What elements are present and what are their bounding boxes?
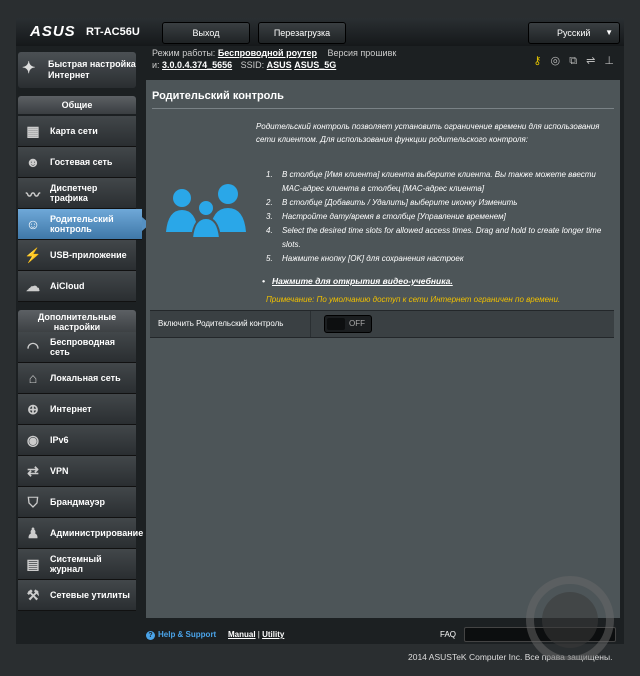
wand-icon: ✦ — [22, 60, 36, 77]
sidebar-item-parental-control[interactable]: ☺ Родительский контроль — [18, 209, 150, 240]
toggle-state: OFF — [349, 319, 365, 328]
status-icons: ⚷ ◎ ⧉ ⇌ ⊥ — [527, 54, 614, 68]
list-item: 4. Select the desired time slots for allo… — [266, 226, 602, 249]
network-map-icon: ▦ — [26, 123, 40, 139]
usb-status-icon[interactable]: ⇌ — [586, 55, 595, 67]
title-divider — [152, 108, 614, 109]
sidebar-item-label: Брандмауэр — [50, 497, 106, 507]
page-title: Родительский контроль — [152, 90, 284, 102]
info-bar: Режим работы: Беспроводной роутер Версия… — [146, 46, 624, 74]
firewall-icon: ⛉ — [27, 494, 39, 510]
syslog-icon: ▤ — [26, 556, 40, 572]
sidebar-item-label: Карта сети — [50, 126, 98, 136]
wireless-icon: ◠ — [26, 339, 40, 355]
sidebar-item-network-tools[interactable]: ⚒ Сетевые утилиты — [18, 580, 136, 611]
cloud-icon: ☁ — [26, 278, 40, 294]
sidebar-item-label: Беспроводная сеть — [50, 337, 115, 357]
tools-icon: ⚒ — [26, 587, 40, 603]
parental-control-illustration — [166, 184, 246, 239]
sidebar-item-ipv6[interactable]: ◉ IPv6 — [18, 425, 136, 456]
sidebar-item-administration[interactable]: ♟ Администрирование — [18, 518, 144, 549]
watermark-logo — [526, 576, 614, 660]
quick-setup-label: Быстрая настройка Интернет — [48, 59, 136, 80]
sidebar-item-firewall[interactable]: ⛉ Брандмауэр — [18, 487, 136, 518]
steps-list: 1. В столбце [Имя клиента] клиента выбери… — [266, 168, 616, 266]
sidebar-item-label: Родительский контроль — [50, 214, 114, 234]
firmware-label: Версия прошивк — [327, 48, 397, 58]
language-value: Русский — [557, 28, 591, 38]
chevron-down-icon: ▼ — [605, 28, 613, 37]
sidebar-item-label: Интернет — [50, 404, 92, 414]
sidebar-item-label: Локальная сеть — [50, 373, 121, 383]
list-item: 2. В столбце [Добавить / Удалить] выберит… — [266, 198, 518, 207]
sidebar-item-label: AiCloud — [50, 281, 85, 291]
sidebar-item-label: VPN — [50, 466, 69, 476]
sidebar-item-label: Системный журнал — [50, 554, 102, 574]
help-label: Help & Support — [158, 630, 217, 639]
quick-setup-button[interactable]: ✦ Быстрая настройка Интернет — [18, 52, 136, 88]
sidebar-item-traffic-manager[interactable]: 〰 Диспетчер трафика — [18, 178, 136, 209]
enable-parental-control-row: Включить Родительский контроль OFF — [150, 310, 614, 338]
logout-button[interactable]: Выход — [162, 22, 250, 44]
model-name: RT-AC56U — [86, 26, 140, 38]
lan-icon: ⌂ — [28, 370, 38, 386]
guest-network-icon: ☻ — [25, 154, 41, 170]
advanced-header: Дополнительные настройки — [18, 310, 136, 334]
parental-control-icon: ☺ — [25, 216, 41, 232]
sidebar-item-lan[interactable]: ⌂ Локальная сеть — [18, 363, 136, 394]
sidebar-item-wireless[interactable]: ◠ Беспроводная сеть — [18, 332, 136, 363]
reboot-button[interactable]: Перезагрузка — [258, 22, 346, 44]
firmware-link[interactable]: 3.0.0.4.374_5656 — [162, 60, 232, 70]
key-icon[interactable]: ⚷ — [533, 55, 541, 67]
footer-links: Manual | Utility — [228, 630, 285, 639]
mode-label: Режим работы: — [152, 48, 216, 58]
sidebar-item-vpn[interactable]: ⇄ VPN — [18, 456, 136, 487]
admin-icon: ♟ — [26, 525, 40, 541]
sidebar-item-aicloud[interactable]: ☁ AiCloud — [18, 271, 136, 302]
ipv6-icon: ◉ — [26, 432, 40, 448]
manual-link[interactable]: Manual — [228, 630, 256, 639]
brand-logo: ASUS — [30, 23, 76, 40]
sidebar-item-label: Администрирование — [50, 528, 144, 538]
faq-label: FAQ — [440, 630, 457, 639]
sidebar-item-usb[interactable]: ⚡ USB-приложение — [18, 240, 136, 271]
sidebar-item-guest-network[interactable]: ☻ Гостевая сеть — [18, 147, 136, 178]
vpn-icon: ⇄ — [27, 463, 39, 479]
main-panel: Родительский контроль Родительский контр… — [146, 80, 620, 618]
enable-parental-control-label: Включить Родительский контроль — [158, 319, 284, 328]
sidebar-item-label: Диспетчер трафика — [50, 183, 98, 203]
ssid-label: SSID: — [240, 60, 265, 70]
mode-link[interactable]: Беспроводной роутер — [218, 48, 317, 58]
sidebar-item-label: IPv6 — [50, 435, 69, 445]
general-header: Общие — [18, 96, 136, 114]
globe-status-icon[interactable]: ◎ — [551, 55, 561, 67]
ssid-link-5g[interactable]: ASUS_5G — [294, 60, 336, 70]
copy-icon[interactable]: ⧉ — [569, 55, 577, 67]
sidebar-item-label: Гостевая сеть — [50, 157, 113, 167]
firmware-prefix: и: — [152, 60, 160, 70]
traffic-manager-icon: 〰 — [26, 187, 40, 203]
help-support-link[interactable]: ? Help & Support — [146, 630, 216, 640]
sidebar-item-label: USB-приложение — [50, 250, 127, 260]
sidebar-item-label: Сетевые утилиты — [50, 590, 130, 600]
sidebar-item-wan[interactable]: ⊕ Интернет — [18, 394, 136, 425]
description-text: Родительский контроль позволяет установи… — [256, 122, 600, 144]
globe-icon: ⊕ — [27, 401, 39, 417]
sidebar-item-network-map[interactable]: ▦ Карта сети — [18, 116, 136, 147]
utility-link[interactable]: Utility — [262, 630, 284, 639]
video-tutorial-link[interactable]: Нажмите для открытия видео-учебника. — [262, 276, 453, 286]
list-item: 1. В столбце [Имя клиента] клиента выбери… — [266, 170, 596, 193]
ssid-link-24[interactable]: ASUS — [267, 60, 292, 70]
parental-control-toggle[interactable]: OFF — [324, 315, 372, 333]
toggle-knob — [327, 318, 345, 330]
list-item: 5. Нажмите кнопку [OK] для сохранения нас… — [266, 254, 464, 263]
row-separator — [310, 311, 311, 337]
language-select[interactable]: Русский ▼ — [528, 22, 620, 44]
printer-icon[interactable]: ⊥ — [604, 55, 614, 67]
note-text: Примечание: По умолчанию доступ к сети И… — [266, 295, 561, 304]
list-item: 3. Настройте дату/время в столбце [Управл… — [266, 212, 506, 221]
help-icon: ? — [146, 631, 155, 640]
sidebar-item-system-log[interactable]: ▤ Системный журнал — [18, 549, 136, 580]
usb-icon: ⚡ — [24, 247, 42, 263]
